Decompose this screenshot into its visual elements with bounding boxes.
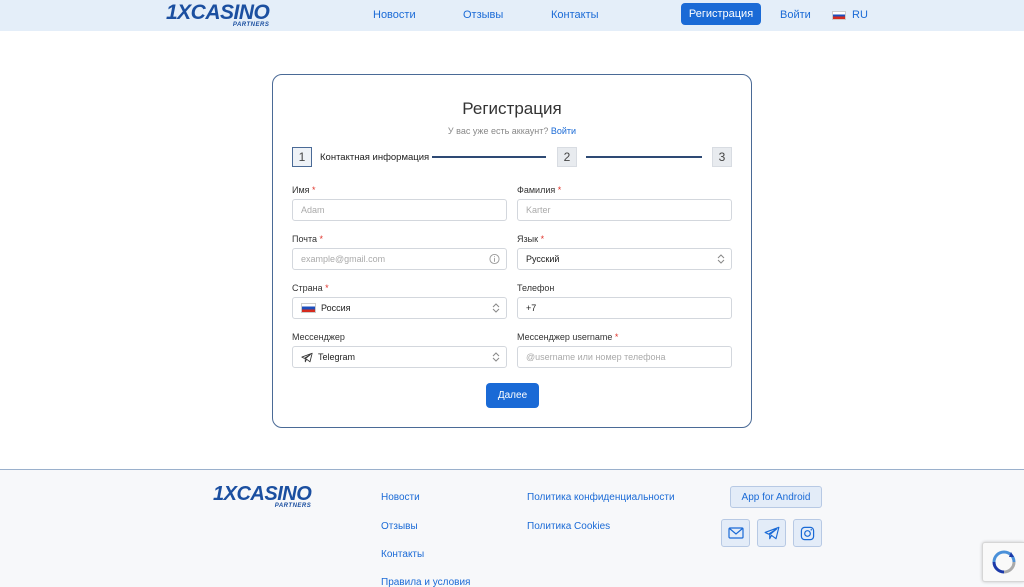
language-label-text: Язык (517, 234, 539, 244)
country-label: Страна * (292, 283, 329, 293)
messenger-value: Telegram (318, 352, 356, 362)
messenger-username-label-text: Мессенджер username (517, 332, 613, 342)
footer-link-news[interactable]: Новости (381, 492, 420, 503)
footer-link-privacy[interactable]: Политика конфиденциальности (527, 492, 675, 503)
email-label: Почта * (292, 234, 323, 244)
site-header: 1XCASINO PARTNERS Новости Отзывы Контакт… (0, 0, 1024, 31)
footer-link-reviews[interactable]: Отзывы (381, 521, 418, 532)
last-name-label: Фамилия * (517, 185, 561, 195)
messenger-label: Мессенджер (292, 332, 345, 342)
select-arrows-icon (492, 352, 500, 362)
messenger-username-placeholder: @username или номер телефона (526, 352, 666, 362)
phone-label: Телефон (517, 283, 554, 293)
first-name-label-text: Имя (292, 185, 310, 195)
first-name-label: Имя * (292, 185, 316, 195)
email-placeholder: example@gmail.com (301, 254, 386, 264)
have-account-line: У вас уже есть аккаунт? Войти (273, 126, 751, 136)
required-mark: * (312, 185, 316, 195)
russia-flag-icon (832, 10, 846, 20)
register-button[interactable]: Регистрация (681, 3, 761, 25)
email-input[interactable]: example@gmail.com (292, 248, 507, 270)
language-switcher[interactable]: RU (832, 9, 868, 21)
step-connector-2 (586, 156, 702, 158)
info-icon[interactable] (489, 253, 500, 265)
step-connector-1 (432, 156, 546, 158)
instagram-icon[interactable] (793, 519, 822, 547)
next-button[interactable]: Далее (486, 383, 539, 408)
telegram-icon[interactable] (757, 519, 786, 547)
login-link[interactable]: Войти (780, 9, 811, 21)
recaptcha-icon (992, 550, 1015, 574)
step-2-indicator: 2 (557, 147, 577, 167)
footer-link-terms[interactable]: Правила и условия (381, 577, 470, 587)
footer-link-contacts[interactable]: Контакты (381, 549, 424, 560)
country-value: Россия (321, 303, 351, 313)
footer-logo[interactable]: 1XCASINO PARTNERS (213, 483, 312, 509)
telegram-icon (301, 352, 313, 363)
select-arrows-icon (492, 303, 500, 313)
email-label-text: Почта (292, 234, 317, 244)
required-mark: * (319, 234, 324, 244)
required-mark: * (540, 234, 545, 244)
required-mark: * (614, 332, 619, 342)
nav-link-reviews[interactable]: Отзывы (463, 9, 503, 21)
nav-link-contacts[interactable]: Контакты (551, 9, 599, 21)
phone-value: +7 (526, 303, 537, 313)
card-login-link[interactable]: Войти (551, 126, 576, 136)
have-account-text: У вас уже есть аккаунт? (447, 126, 549, 136)
page-title: Регистрация (462, 99, 562, 118)
messenger-username-label: Мессенджер username * (517, 332, 618, 342)
logo-main-text: 1XCASINO (166, 1, 270, 24)
step-3-indicator: 3 (712, 147, 732, 167)
country-select[interactable]: Россия (292, 297, 507, 319)
country-label-text: Страна (292, 283, 323, 293)
messenger-username-input[interactable]: @username или номер телефона (517, 346, 732, 368)
first-name-input[interactable]: Adam (292, 199, 507, 221)
mail-icon[interactable] (721, 519, 750, 547)
phone-input[interactable]: +7 (517, 297, 732, 319)
messenger-select[interactable]: Telegram (292, 346, 507, 368)
last-name-input[interactable]: Karter (517, 199, 732, 221)
messenger-label-text: Мессенджер (292, 332, 345, 342)
logo-main-text: 1XCASINO (213, 483, 312, 505)
footer-link-cookies[interactable]: Политика Cookies (527, 521, 610, 532)
site-footer: 1XCASINO PARTNERS Новости Отзывы Контакт… (0, 469, 1024, 587)
language-select[interactable]: Русский (517, 248, 732, 270)
step-1-label: Контактная информация (320, 152, 430, 163)
registration-card: Регистрация У вас уже есть аккаунт? Войт… (272, 74, 752, 428)
phone-label-text: Телефон (517, 283, 555, 293)
select-arrows-icon (717, 254, 725, 264)
language-value: Русский (526, 254, 560, 264)
android-app-button[interactable]: App for Android (730, 486, 822, 508)
required-mark: * (325, 283, 329, 293)
recaptcha-badge[interactable] (982, 542, 1024, 582)
logo-sub-text: PARTNERS (232, 22, 270, 28)
required-mark: * (557, 185, 562, 195)
logo-sub-text: PARTNERS (274, 503, 312, 509)
site-logo[interactable]: 1XCASINO PARTNERS (166, 1, 270, 28)
step-1-indicator: 1 (292, 147, 312, 167)
russia-flag-icon (301, 303, 316, 313)
last-name-label-text: Фамилия (517, 185, 556, 195)
language-label: Язык * (517, 234, 544, 244)
language-label: RU (852, 9, 868, 21)
first-name-placeholder: Adam (301, 205, 325, 215)
last-name-placeholder: Karter (526, 205, 551, 215)
nav-link-news[interactable]: Новости (373, 9, 416, 21)
